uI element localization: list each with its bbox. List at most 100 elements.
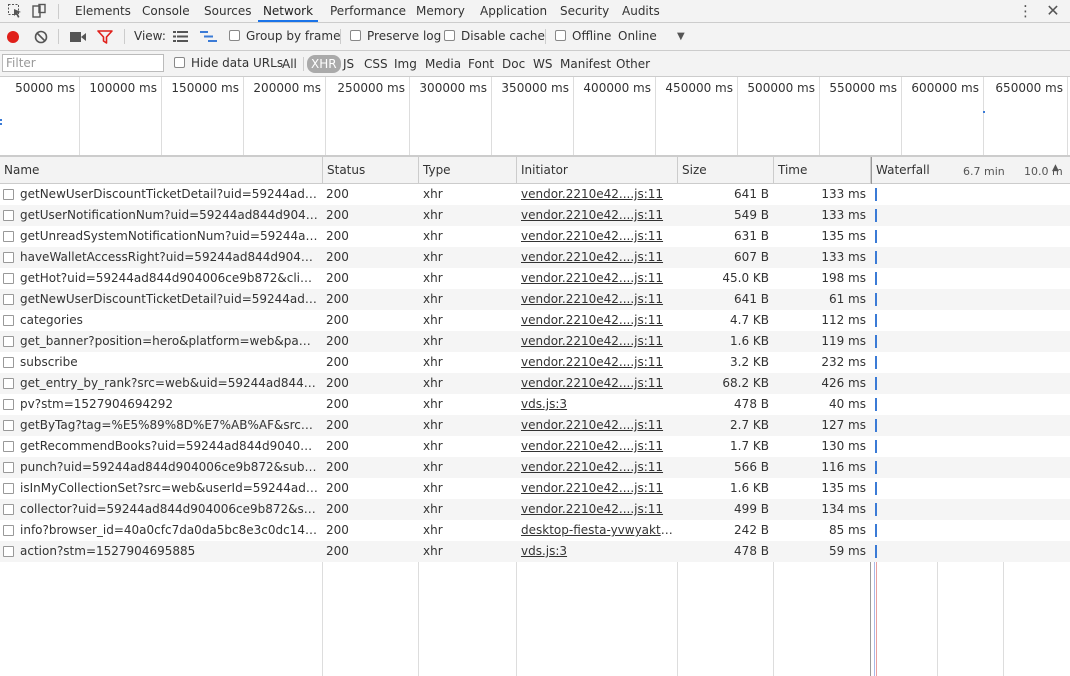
request-name[interactable]: pv?stm=1527904694292 bbox=[20, 394, 318, 415]
request-initiator-link[interactable]: vendor.2210e42....js:11 bbox=[521, 499, 673, 520]
large-request-rows-icon[interactable] bbox=[173, 31, 188, 43]
request-name[interactable]: getNewUserDiscountTicketDetail?uid=59244… bbox=[20, 289, 318, 310]
table-row[interactable]: haveWalletAccessRight?uid=59244ad844d904… bbox=[0, 247, 1070, 268]
table-row[interactable]: getHot?uid=59244ad844d904006ce9b872&clie… bbox=[0, 268, 1070, 289]
request-name[interactable]: getRecommendBooks?uid=59244ad844d904006c… bbox=[20, 436, 318, 457]
tab-performance[interactable]: Performance bbox=[330, 0, 406, 22]
close-icon[interactable]: ✕ bbox=[1044, 1, 1062, 21]
request-name[interactable]: get_entry_by_rank?src=web&uid=59244ad844… bbox=[20, 373, 318, 394]
request-name[interactable]: collector?uid=59244ad844d904006ce9b872&s… bbox=[20, 499, 318, 520]
table-row[interactable]: getByTag?tag=%E5%89%8D%E7%AB%AF&src=web&… bbox=[0, 415, 1070, 436]
request-name[interactable]: haveWalletAccessRight?uid=59244ad844d904… bbox=[20, 247, 318, 268]
request-initiator-link[interactable]: vds.js:3 bbox=[521, 541, 673, 562]
request-initiator-link[interactable]: vds.js:3 bbox=[521, 394, 673, 415]
device-toolbar-icon[interactable] bbox=[31, 3, 47, 22]
column-header-time[interactable]: Time bbox=[774, 157, 871, 184]
request-name[interactable]: punch?uid=59244ad844d904006ce9b872&sub_l… bbox=[20, 457, 318, 478]
checkbox-box[interactable] bbox=[444, 30, 455, 41]
table-row[interactable]: getUnreadSystemNotificationNum?uid=59244… bbox=[0, 226, 1070, 247]
request-initiator-link[interactable]: vendor.2210e42....js:11 bbox=[521, 184, 673, 205]
inspect-element-icon[interactable] bbox=[7, 3, 23, 22]
type-filter-other[interactable]: Other bbox=[614, 55, 652, 73]
type-filter-all[interactable]: All bbox=[280, 55, 299, 73]
request-name[interactable]: action?stm=1527904695885 bbox=[20, 541, 318, 562]
capture-screenshots-icon[interactable] bbox=[70, 31, 87, 43]
request-initiator-link[interactable]: vendor.2210e42....js:11 bbox=[521, 415, 673, 436]
group-by-frame-checkbox[interactable]: Group by frame bbox=[229, 23, 340, 50]
checkbox-box[interactable] bbox=[174, 57, 185, 68]
request-initiator-link[interactable]: vendor.2210e42....js:11 bbox=[521, 205, 673, 226]
table-row[interactable]: subscribe 200 xhr vendor.2210e42....js:11 3.… bbox=[0, 352, 1070, 373]
disable-cache-checkbox[interactable]: Disable cache bbox=[444, 23, 545, 50]
request-initiator-link[interactable]: vendor.2210e42....js:11 bbox=[521, 289, 673, 310]
request-initiator-link[interactable]: vendor.2210e42....js:11 bbox=[521, 436, 673, 457]
table-row[interactable]: collector?uid=59244ad844d904006ce9b872&s… bbox=[0, 499, 1070, 520]
tab-audits[interactable]: Audits bbox=[622, 0, 660, 22]
table-row[interactable]: getUserNotificationNum?uid=59244ad844d90… bbox=[0, 205, 1070, 226]
show-overview-icon[interactable] bbox=[200, 31, 217, 43]
timeline-overview[interactable]: 50000 ms 100000 ms 150000 ms 200000 ms 2… bbox=[0, 77, 1070, 156]
request-initiator-link[interactable]: vendor.2210e42....js:11 bbox=[521, 268, 673, 289]
table-row[interactable]: get_entry_by_rank?src=web&uid=59244ad844… bbox=[0, 373, 1070, 394]
checkbox-box[interactable] bbox=[555, 30, 566, 41]
column-header-status[interactable]: Status bbox=[323, 157, 419, 184]
request-name[interactable]: getHot?uid=59244ad844d904006ce9b872&clie… bbox=[20, 268, 318, 289]
type-filter-doc[interactable]: Doc bbox=[500, 55, 527, 73]
tab-sources[interactable]: Sources bbox=[204, 0, 251, 22]
request-initiator-link[interactable]: vendor.2210e42....js:11 bbox=[521, 247, 673, 268]
request-name[interactable]: categories bbox=[20, 310, 318, 331]
request-name[interactable]: getUserNotificationNum?uid=59244ad844d90… bbox=[20, 205, 318, 226]
record-icon[interactable] bbox=[6, 30, 20, 43]
type-filter-xhr[interactable]: XHR bbox=[307, 55, 341, 73]
request-name[interactable]: getUnreadSystemNotificationNum?uid=59244… bbox=[20, 226, 318, 247]
tab-network[interactable]: Network bbox=[258, 0, 318, 22]
throttling-select[interactable]: Online bbox=[618, 23, 657, 50]
type-filter-media[interactable]: Media bbox=[423, 55, 463, 73]
type-filter-img[interactable]: Img bbox=[392, 55, 419, 73]
request-name[interactable]: getByTag?tag=%E5%89%8D%E7%AB%AF&src=web&… bbox=[20, 415, 318, 436]
offline-checkbox[interactable]: Offline bbox=[555, 23, 611, 50]
table-row[interactable]: info?browser_id=40a0cfc7da0da5bc8e3c0dc1… bbox=[0, 520, 1070, 541]
request-initiator-link[interactable]: vendor.2210e42....js:11 bbox=[521, 310, 673, 331]
type-filter-manifest[interactable]: Manifest bbox=[558, 55, 613, 73]
request-name[interactable]: get_banner?position=hero&platform=web&pa… bbox=[20, 331, 318, 352]
table-row[interactable]: pv?stm=1527904694292 200 xhr vds.js:3 478 B 4… bbox=[0, 394, 1070, 415]
column-header-initiator[interactable]: Initiator bbox=[517, 157, 678, 184]
request-initiator-link[interactable]: vendor.2210e42....js:11 bbox=[521, 457, 673, 478]
type-filter-css[interactable]: CSS bbox=[362, 55, 390, 73]
type-filter-ws[interactable]: WS bbox=[531, 55, 554, 73]
clear-icon[interactable] bbox=[34, 30, 48, 44]
tab-memory[interactable]: Memory bbox=[416, 0, 465, 22]
column-header-name[interactable]: Name bbox=[0, 157, 323, 184]
table-row[interactable]: getNewUserDiscountTicketDetail?uid=59244… bbox=[0, 289, 1070, 310]
table-row[interactable]: punch?uid=59244ad844d904006ce9b872&sub_l… bbox=[0, 457, 1070, 478]
type-filter-js[interactable]: JS bbox=[341, 55, 356, 73]
request-initiator-link[interactable]: desktop-fiesta-yvwyaktrny... bbox=[521, 520, 673, 541]
filter-input[interactable] bbox=[2, 54, 164, 72]
table-row[interactable]: categories 200 xhr vendor.2210e42....js:11 4… bbox=[0, 310, 1070, 331]
chevron-down-icon[interactable]: ▼ bbox=[677, 23, 685, 50]
hide-data-urls-checkbox[interactable]: Hide data URLs bbox=[174, 51, 283, 76]
request-name[interactable]: isInMyCollectionSet?src=web&userId=59244… bbox=[20, 478, 318, 499]
request-name[interactable]: getNewUserDiscountTicketDetail?uid=59244… bbox=[20, 184, 318, 205]
request-name[interactable]: subscribe bbox=[20, 352, 318, 373]
tab-application[interactable]: Application bbox=[480, 0, 547, 22]
preserve-log-checkbox[interactable]: Preserve log bbox=[350, 23, 441, 50]
checkbox-box[interactable] bbox=[350, 30, 361, 41]
more-options-icon[interactable]: ⋮ bbox=[1018, 1, 1033, 21]
table-row[interactable]: getNewUserDiscountTicketDetail?uid=59244… bbox=[0, 184, 1070, 205]
checkbox-box[interactable] bbox=[229, 30, 240, 41]
table-row[interactable]: isInMyCollectionSet?src=web&userId=59244… bbox=[0, 478, 1070, 499]
tab-elements[interactable]: Elements bbox=[75, 0, 131, 22]
type-filter-font[interactable]: Font bbox=[466, 55, 496, 73]
request-initiator-link[interactable]: vendor.2210e42....js:11 bbox=[521, 352, 673, 373]
filter-icon[interactable] bbox=[97, 30, 113, 44]
column-header-size[interactable]: Size bbox=[678, 157, 774, 184]
tab-console[interactable]: Console bbox=[142, 0, 190, 22]
table-row[interactable]: get_banner?position=hero&platform=web&pa… bbox=[0, 331, 1070, 352]
request-initiator-link[interactable]: vendor.2210e42....js:11 bbox=[521, 373, 673, 394]
request-name[interactable]: info?browser_id=40a0cfc7da0da5bc8e3c0dc1… bbox=[20, 520, 318, 541]
sort-ascending-icon[interactable]: ▲ bbox=[1052, 163, 1059, 173]
tab-security[interactable]: Security bbox=[560, 0, 609, 22]
table-row[interactable]: getRecommendBooks?uid=59244ad844d904006c… bbox=[0, 436, 1070, 457]
